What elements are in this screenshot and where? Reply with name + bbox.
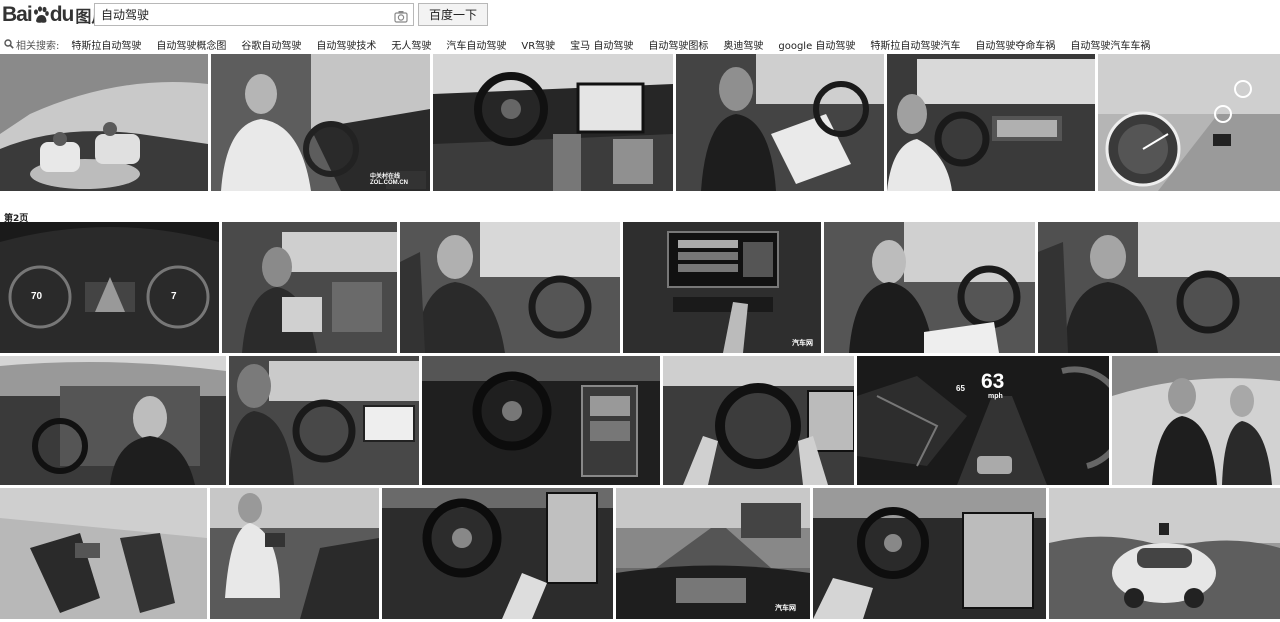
related-item[interactable]: 自动驾驶夺命车祸	[975, 37, 1055, 52]
image-result[interactable]	[0, 488, 207, 619]
camera-icon[interactable]	[394, 8, 408, 23]
speed-readout: 63	[981, 370, 1005, 393]
image-result[interactable]	[887, 54, 1095, 191]
image-result[interactable]	[0, 356, 226, 485]
related-item[interactable]: VR驾驶	[521, 37, 555, 52]
search-input[interactable]	[95, 4, 397, 25]
search-box	[94, 3, 414, 26]
image-result[interactable]	[1049, 488, 1280, 619]
top-bar: Bai du 图片 百度一下	[0, 0, 1280, 32]
related-item[interactable]: 宝马 自动驾驶	[570, 37, 633, 52]
image-result[interactable]	[382, 488, 613, 619]
paw-icon	[33, 6, 49, 24]
image-result[interactable]	[422, 356, 660, 485]
image-result[interactable]: 汽车网	[623, 222, 821, 353]
image-result[interactable]	[1112, 356, 1280, 485]
image-result[interactable]	[663, 356, 854, 485]
image-result[interactable]	[1038, 222, 1280, 353]
image-result[interactable]	[824, 222, 1035, 353]
image-result[interactable]	[676, 54, 884, 191]
image-result[interactable]: 63 mph 65	[857, 356, 1109, 485]
autohome-watermark: 汽车网	[792, 340, 813, 347]
image-result[interactable]: 中关村在线 ZOL.COM.CN	[211, 54, 430, 191]
related-item[interactable]: 无人驾驶	[391, 37, 431, 52]
image-result[interactable]	[400, 222, 620, 353]
speed-unit: mph	[988, 393, 1003, 400]
related-item[interactable]: 自动驾驶概念图	[156, 37, 226, 52]
related-searches: 相关搜索: 特斯拉自动驾驶 自动驾驶概念图 谷歌自动驾驶 自动驾驶技术 无人驾驶…	[0, 36, 1280, 52]
image-result[interactable]: 70 7	[0, 222, 219, 353]
search-icon	[4, 39, 14, 49]
image-result[interactable]	[433, 54, 673, 191]
image-result[interactable]	[1098, 54, 1280, 191]
image-result[interactable]: 汽车网	[616, 488, 810, 619]
related-item[interactable]: 特斯拉自动驾驶汽车	[870, 37, 960, 52]
image-result[interactable]	[0, 54, 208, 191]
gear-readout: 7	[171, 291, 177, 302]
logo-text-bai: Bai	[2, 3, 33, 26]
image-result[interactable]	[222, 222, 397, 353]
autohome-watermark: 汽车网	[775, 605, 796, 612]
search-button[interactable]: 百度一下	[418, 3, 488, 26]
image-result[interactable]	[210, 488, 379, 619]
related-item[interactable]: 自动驾驶技术	[316, 37, 376, 52]
zol-watermark: 中关村在线 ZOL.COM.CN	[370, 171, 408, 186]
logo-text-du: du	[49, 3, 75, 26]
zol-domain: ZOL.COM.CN	[370, 180, 408, 186]
related-item[interactable]: google 自动驾驶	[778, 37, 855, 52]
related-label: 相关搜索:	[16, 40, 60, 52]
image-result[interactable]	[813, 488, 1046, 619]
speed-readout: 70	[31, 291, 43, 302]
related-item[interactable]: 奥迪驾驶	[723, 37, 763, 52]
related-item[interactable]: 自动驾驶汽车车祸	[1070, 37, 1150, 52]
image-result[interactable]	[229, 356, 419, 485]
speed-limit: 65	[956, 384, 965, 393]
related-item[interactable]: 特斯拉自动驾驶	[71, 37, 141, 52]
related-item[interactable]: 谷歌自动驾驶	[241, 37, 301, 52]
related-item[interactable]: 自动驾驶图标	[648, 37, 708, 52]
related-item[interactable]: 汽车自动驾驶	[446, 37, 506, 52]
baidu-logo[interactable]: Bai du 图片	[2, 2, 107, 28]
